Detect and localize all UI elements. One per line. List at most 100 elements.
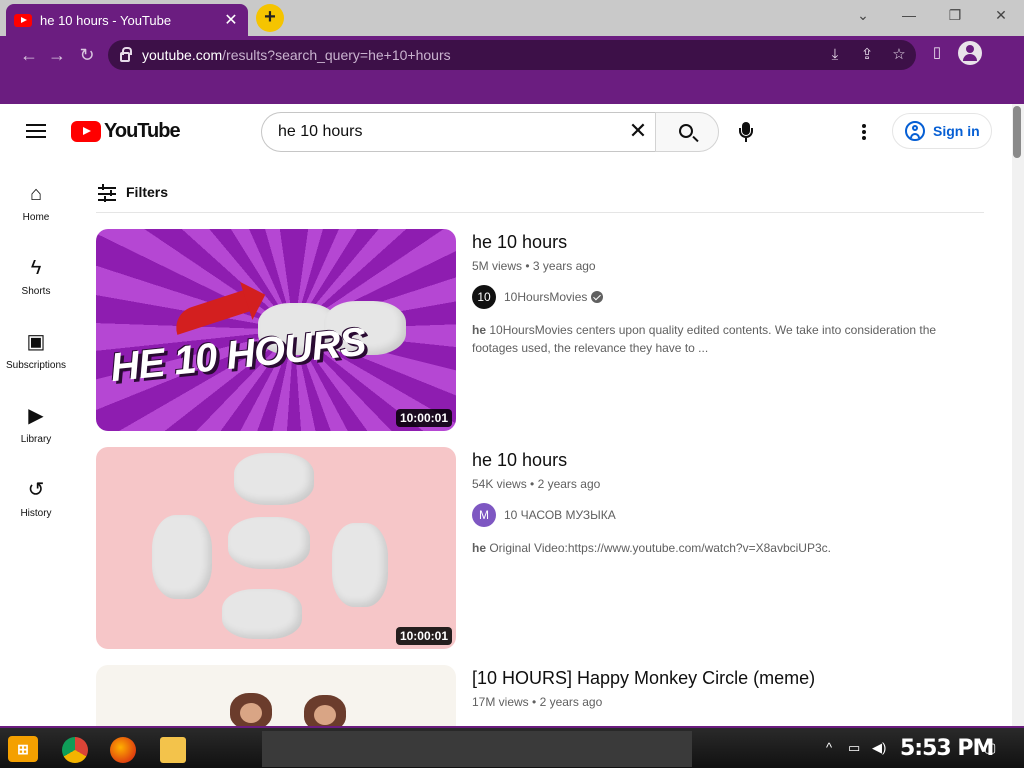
taskbar-clock[interactable]: 5:53 PM [900, 736, 994, 761]
guide-item-history[interactable]: ↺ History [0, 478, 72, 519]
url-host: youtube.com [142, 47, 223, 63]
guide-item-shorts[interactable]: ϟ Shorts [0, 256, 72, 297]
back-icon[interactable]: ← [16, 42, 42, 68]
library-icon: ▶ [28, 405, 44, 427]
channel-name[interactable]: 10HoursMovies [504, 290, 587, 304]
video-thumbnail[interactable]: HE 10 HOURS 10:00:01 [96, 229, 456, 431]
cat-graphic [152, 515, 212, 599]
guide-item-library[interactable]: ▶ Library [0, 404, 72, 445]
shorts-icon: ϟ [30, 257, 42, 279]
voice-search-icon[interactable] [738, 122, 754, 144]
tab-close-icon[interactable]: ✕ [222, 10, 240, 30]
channel-avatar[interactable]: M [472, 503, 496, 527]
install-icon[interactable]: ⤓ [822, 40, 848, 70]
forward-icon[interactable]: → [44, 42, 70, 68]
guide-item-subscriptions[interactable]: ▣ Subscriptions [0, 330, 72, 371]
view-count: 54K views [472, 477, 527, 491]
account-icon [905, 121, 925, 141]
subscriptions-icon: ▣ [26, 331, 46, 353]
close-window-button[interactable]: ✕ [986, 4, 1016, 26]
scrollbar-thumb[interactable] [1013, 106, 1021, 158]
desc-text: Original Video:https://www.youtube.com/w… [486, 541, 831, 555]
video-thumbnail[interactable] [96, 665, 456, 726]
upload-age: 2 years ago [537, 477, 601, 491]
browser-toolbar: ← → ↻ youtube.com/results?search_query=h… [0, 36, 1024, 104]
guide-label: Shorts [21, 286, 51, 297]
url-path: /results?search_query=he+10+hours [222, 47, 451, 63]
filters-bar: Filters [96, 172, 984, 213]
sign-in-label: Sign in [933, 123, 980, 139]
taskbar-wallpaper-strip [262, 731, 692, 767]
search-input[interactable]: he 10 hours [261, 112, 656, 152]
os-taskbar: ⊞ ^ ▭ ◀) 5:53 PM ▢ [0, 726, 1024, 768]
firefox-taskbar-icon[interactable] [110, 737, 136, 763]
video-description: he 10HoursMovies centers upon quality ed… [472, 321, 952, 357]
new-tab-button[interactable]: + [256, 4, 284, 32]
video-title[interactable]: [10 HOURS] Happy Monkey Circle (meme) [472, 667, 972, 689]
video-thumbnail[interactable]: 10:00:01 [96, 447, 456, 649]
file-explorer-taskbar-icon[interactable] [160, 737, 186, 763]
youtube-wordmark: YouTube [104, 120, 181, 142]
upload-age: 2 years ago [539, 695, 603, 709]
restore-button[interactable]: ❐ [940, 4, 970, 26]
duration-badge: 10:00:01 [395, 627, 452, 645]
guide-item-home[interactable]: ⌂ Home [0, 182, 72, 223]
filters-button[interactable]: Filters [126, 184, 168, 200]
video-info: [10 HOURS] Happy Monkey Circle (meme) 17… [472, 667, 972, 709]
address-bar[interactable]: youtube.com/results?search_query=he+10+h… [108, 40, 916, 70]
video-info: he 10 hours 54K views • 2 years ago M 10… [472, 449, 972, 557]
youtube-play-logo-icon [71, 121, 101, 142]
video-title[interactable]: he 10 hours [472, 449, 972, 471]
youtube-logo[interactable]: YouTube [71, 120, 181, 143]
notifications-icon[interactable]: ▢ [984, 740, 996, 756]
sign-in-button[interactable]: Sign in [892, 113, 992, 149]
youtube-masthead: YouTube he 10 hours ✕ Sign in [0, 104, 1012, 160]
clear-search-icon[interactable]: ✕ [626, 120, 650, 144]
settings-more-icon[interactable] [862, 124, 868, 142]
tray-chevron-icon[interactable]: ^ [826, 740, 832, 755]
verified-badge-icon [591, 291, 604, 303]
profile-avatar-icon[interactable] [958, 41, 982, 65]
volume-icon[interactable]: ◀) [872, 740, 886, 756]
lock-icon[interactable] [120, 47, 132, 62]
desc-highlight: he [472, 323, 487, 337]
upload-age: 3 years ago [532, 259, 596, 273]
reload-icon[interactable]: ↻ [74, 42, 100, 68]
guide-label: Library [20, 434, 52, 445]
thumbnail-text: HE 10 HOURS [108, 319, 368, 391]
filters-icon[interactable] [96, 184, 118, 202]
minimize-button[interactable]: — [894, 4, 924, 26]
channel-avatar[interactable]: 10 [472, 285, 496, 309]
search-button[interactable] [655, 112, 719, 152]
guide-label: Home [22, 212, 50, 223]
tab-title: he 10 hours - YouTube [40, 12, 172, 28]
video-meta: 5M views • 3 years ago [472, 259, 596, 273]
video-info: he 10 hours 5M views • 3 years ago 10 10… [472, 231, 972, 357]
page-scrollbar[interactable] [1012, 104, 1024, 726]
search-icon [679, 124, 693, 138]
guide-label: History [20, 508, 52, 519]
history-icon: ↺ [27, 479, 45, 501]
cat-graphic [234, 453, 314, 505]
menu-icon[interactable] [26, 124, 46, 138]
share-icon[interactable]: ⇪ [854, 40, 880, 70]
cat-graphic [222, 589, 302, 639]
desc-highlight: he [472, 541, 487, 555]
side-panel-icon[interactable]: ▯ [926, 42, 948, 64]
network-icon[interactable]: ▭ [848, 740, 860, 756]
browser-tab-active[interactable]: he 10 hours - YouTube ✕ [6, 4, 248, 36]
view-count: 5M views [472, 259, 523, 273]
bookmark-star-icon[interactable]: ☆ [886, 40, 912, 70]
channel-row: M 10 ЧАСОВ МУЗЫКА [472, 503, 972, 527]
view-count: 17M views [472, 695, 529, 709]
browser-tab-strip: he 10 hours - YouTube ✕ + ⌄ — ❐ ✕ [0, 0, 1024, 36]
video-title[interactable]: he 10 hours [472, 231, 972, 253]
monkey-graphic [304, 695, 346, 726]
tab-search-icon[interactable]: ⌄ [848, 4, 878, 26]
duration-badge: 10:00:01 [395, 409, 452, 427]
channel-name[interactable]: 10 ЧАСОВ МУЗЫКА [504, 508, 616, 522]
channel-row: 10 10HoursMovies [472, 285, 972, 309]
chrome-taskbar-icon[interactable] [62, 737, 88, 763]
guide-label: Subscriptions [5, 360, 67, 371]
start-button[interactable]: ⊞ [8, 736, 38, 762]
